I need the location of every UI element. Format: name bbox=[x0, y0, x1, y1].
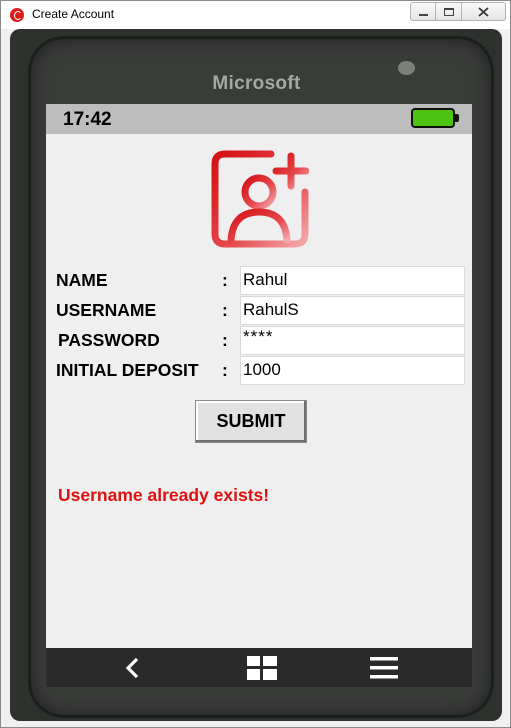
password-colon: : bbox=[222, 330, 228, 350]
phone-screen: 17:42 NAME : Rahul USERNAME : RahulS PAS… bbox=[46, 104, 472, 687]
minimize-icon bbox=[418, 13, 428, 16]
start-icon bbox=[247, 655, 277, 680]
deposit-label: INITIAL DEPOSIT bbox=[56, 360, 199, 380]
name-label: NAME bbox=[56, 270, 108, 290]
name-row: NAME : Rahul bbox=[56, 266, 466, 295]
name-colon: : bbox=[222, 270, 228, 290]
minimize-button[interactable] bbox=[410, 2, 436, 21]
title-bar: Create Account bbox=[1, 1, 510, 29]
nav-bar bbox=[46, 648, 472, 687]
username-field[interactable]: RahulS bbox=[240, 296, 465, 325]
username-row: USERNAME : RahulS bbox=[56, 296, 466, 325]
username-label: USERNAME bbox=[56, 300, 157, 320]
status-bar: 17:42 bbox=[46, 104, 472, 134]
battery-icon bbox=[411, 108, 459, 128]
back-icon bbox=[125, 657, 139, 678]
maximize-button[interactable] bbox=[436, 2, 462, 21]
maximize-icon bbox=[443, 7, 454, 16]
password-field[interactable]: **** bbox=[240, 326, 465, 355]
add-user-icon bbox=[211, 150, 309, 248]
camera-icon bbox=[398, 61, 415, 75]
close-icon bbox=[478, 6, 489, 17]
back-button[interactable] bbox=[102, 648, 162, 687]
phone-brand: Microsoft bbox=[212, 73, 301, 94]
app-window: Create Account Microsoft 17:42 NAME: Ra… bbox=[0, 0, 511, 728]
start-button[interactable] bbox=[232, 648, 292, 687]
deposit-colon: : bbox=[222, 360, 228, 380]
username-colon: : bbox=[222, 300, 228, 320]
error-message: Username already exists! bbox=[58, 485, 270, 505]
window-title: Create Account bbox=[32, 7, 115, 21]
menu-button[interactable] bbox=[354, 648, 414, 687]
password-row: PASSWORD : **** bbox=[56, 326, 466, 355]
deposit-field[interactable]: 1000 bbox=[240, 356, 465, 385]
app-icon bbox=[10, 8, 24, 22]
deposit-row: INITIAL DEPOSIT : 1000 bbox=[56, 356, 466, 385]
menu-icon bbox=[370, 656, 398, 678]
password-label: PASSWORD bbox=[58, 330, 160, 350]
name-field[interactable]: Rahul bbox=[240, 266, 465, 295]
submit-button[interactable]: SUBMIT bbox=[195, 400, 307, 443]
close-button[interactable] bbox=[462, 2, 506, 21]
status-time: 17:42 bbox=[63, 109, 112, 130]
window-controls bbox=[410, 2, 506, 21]
